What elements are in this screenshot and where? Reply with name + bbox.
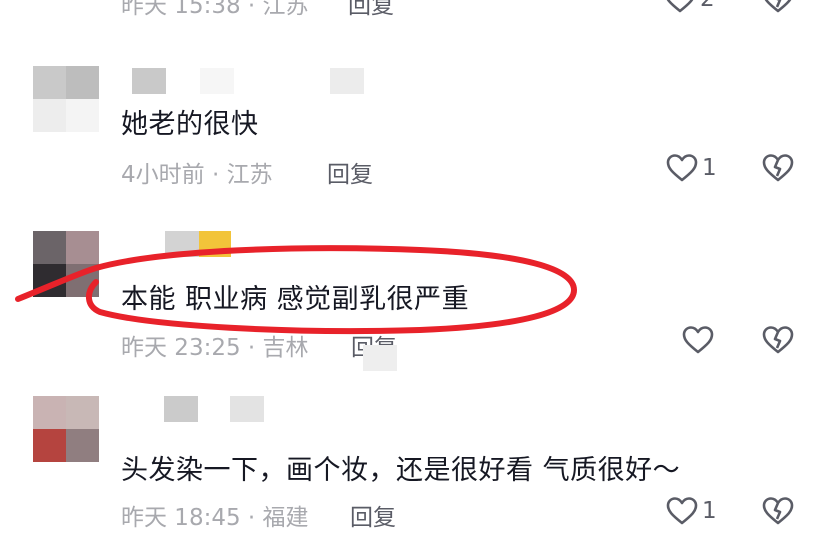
- avatar[interactable]: [33, 396, 99, 462]
- heart-outline-icon: [666, 154, 698, 182]
- username-blurred[interactable]: [164, 396, 198, 422]
- heart-outline-icon: [682, 326, 714, 354]
- username-blurred: [330, 68, 364, 94]
- comment-meta: 4小时前 · 江苏: [121, 162, 273, 188]
- like-button[interactable]: 2: [664, 0, 715, 14]
- broken-heart-icon[interactable]: [762, 0, 794, 14]
- avatar[interactable]: [33, 231, 99, 297]
- broken-heart-icon[interactable]: [762, 325, 794, 355]
- heart-outline-icon: [666, 497, 698, 525]
- avatar[interactable]: [33, 66, 99, 132]
- comment-item: 她老的很快 4小时前 · 江苏 回复 1: [0, 60, 828, 200]
- blur-patch: [363, 345, 397, 371]
- comment-item: 昨天 15:38 · 江苏 回复 2: [0, 0, 828, 20]
- like-count: 1: [702, 498, 717, 524]
- username-blurred[interactable]: [132, 68, 166, 94]
- comment-text: 头发染一下，画个妆，还是很好看 气质很好～: [121, 455, 681, 486]
- broken-heart-icon[interactable]: [762, 153, 794, 183]
- username-blurred: [199, 231, 231, 257]
- broken-heart-icon[interactable]: [762, 496, 794, 526]
- like-button[interactable]: 1: [666, 496, 717, 526]
- reply-button[interactable]: 回复: [350, 498, 396, 532]
- username-blurred: [200, 68, 234, 94]
- heart-outline-icon: [666, 0, 694, 13]
- comment-item: 头发染一下，画个妆，还是很好看 气质很好～ 昨天 18:45 · 福建 回复 1: [0, 390, 828, 550]
- comment-meta: 昨天 15:38 · 江苏: [121, 0, 309, 19]
- username-blurred[interactable]: [165, 231, 199, 257]
- comment-meta: 昨天 23:25 · 吉林: [121, 335, 309, 361]
- comment-text: 她老的很快: [121, 109, 259, 140]
- comment-text: 本能 职业病 感觉副乳很严重: [121, 284, 470, 315]
- comment-meta: 昨天 18:45 · 福建: [121, 505, 309, 531]
- like-button[interactable]: [682, 325, 714, 355]
- like-button[interactable]: 1: [666, 153, 717, 183]
- like-count: 1: [702, 155, 717, 181]
- username-blurred: [230, 396, 264, 422]
- like-count: 2: [700, 0, 715, 12]
- comment-item: 本能 职业病 感觉副乳很严重 昨天 23:25 · 吉林 回复: [0, 225, 828, 375]
- reply-button[interactable]: 回复: [348, 0, 394, 20]
- reply-button[interactable]: 回复: [327, 155, 373, 189]
